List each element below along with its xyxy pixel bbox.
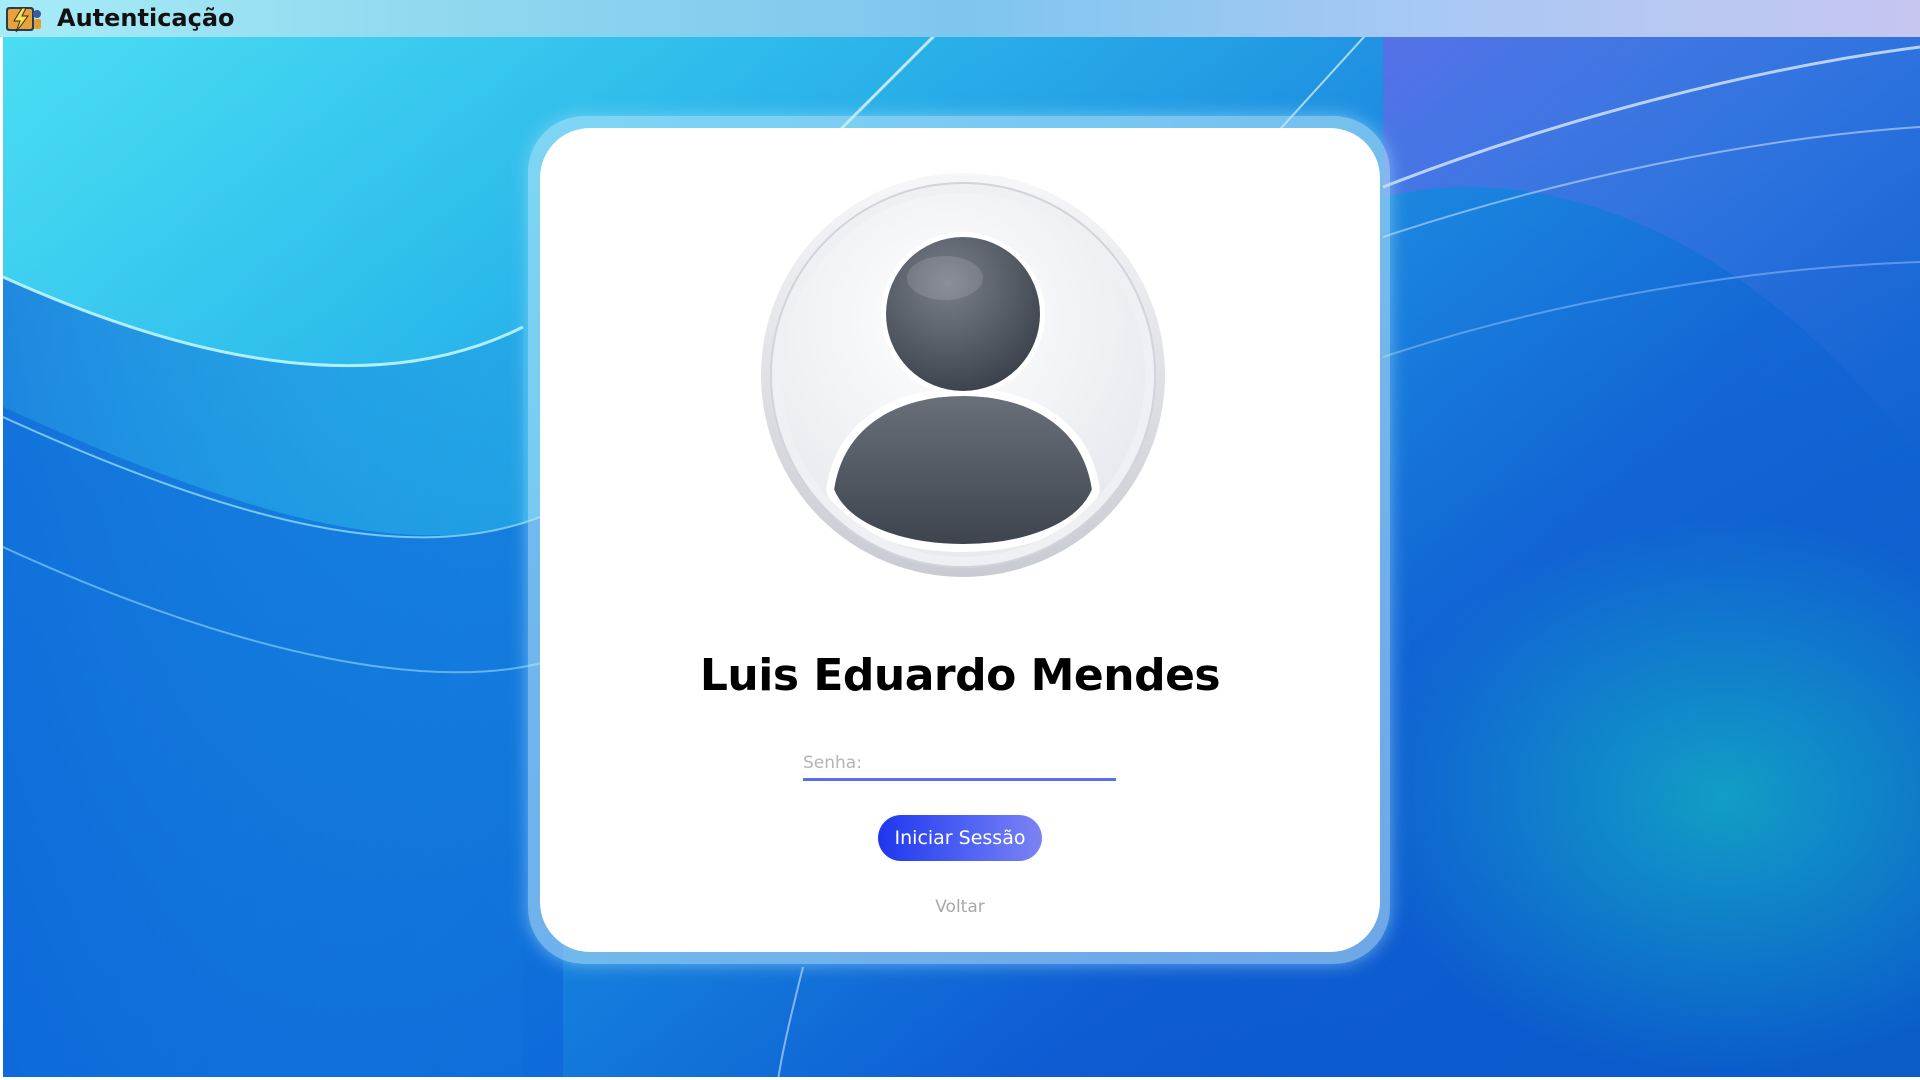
window-border: [0, 37, 3, 1080]
title-bar: Autenticação: [0, 0, 1920, 37]
window-title: Autenticação: [57, 4, 235, 32]
user-avatar-icon: [760, 170, 1166, 580]
login-button[interactable]: Iniciar Sessão: [878, 815, 1042, 861]
app-logo-icon: [4, 4, 44, 34]
user-name: Luis Eduardo Mendes: [699, 650, 1221, 701]
screen: Autenticação Luis Eduardo Mendes Iniciar…: [0, 0, 1920, 1080]
password-input[interactable]: [803, 748, 1116, 781]
back-link[interactable]: Voltar: [900, 897, 1020, 917]
